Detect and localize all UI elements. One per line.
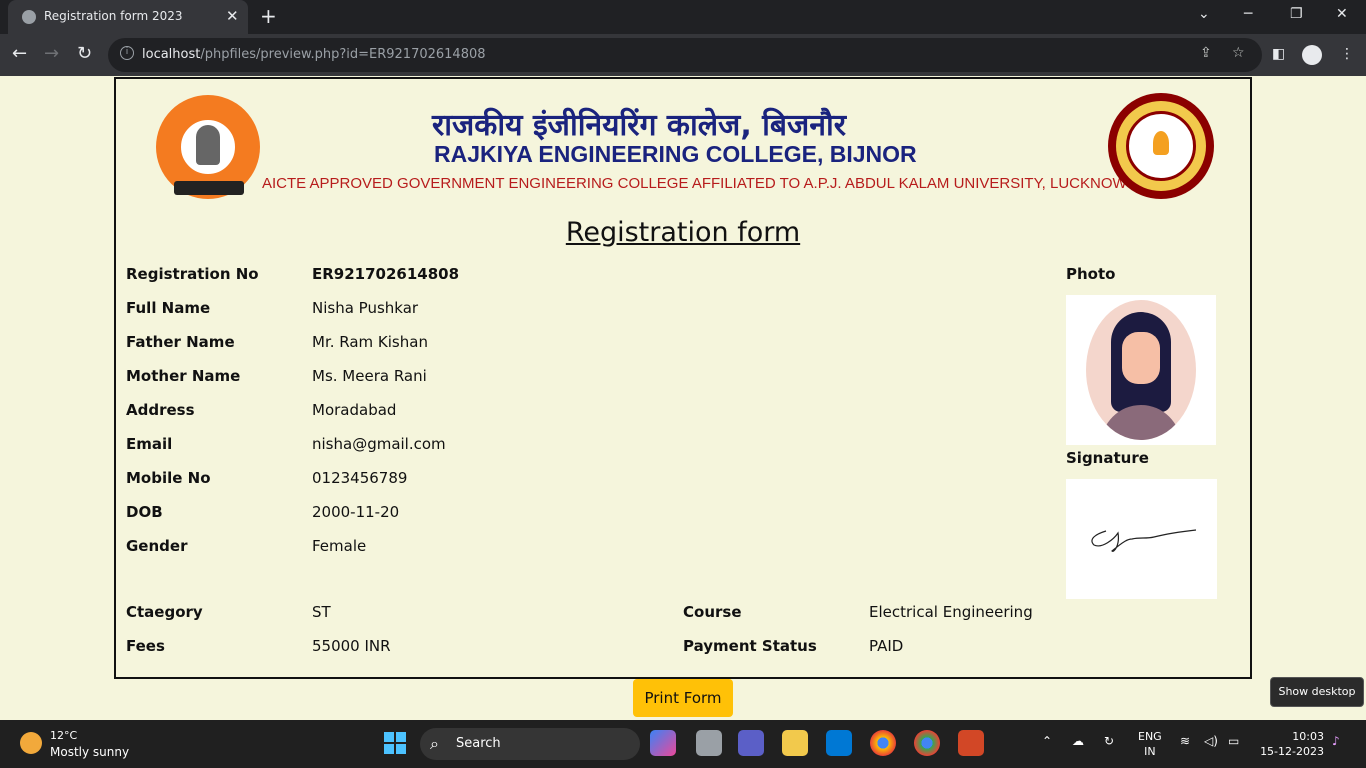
site-info-icon[interactable]: i [120,46,134,60]
payment-status-value: PAID [869,637,904,655]
copilot-icon[interactable] [650,730,676,756]
student-photo [1066,295,1216,445]
chrome-icon[interactable] [870,730,896,756]
taskbar: 12°C Mostly sunny ⌕ Search ⌃ ☁ ↻ ENG IN ≋… [0,720,1366,768]
tab-strip: Registration form 2023 ✕ + ⌄ ─ ❐ ✕ [0,0,1366,34]
show-desktop-tooltip: Show desktop [1270,677,1364,707]
new-tab-icon[interactable]: + [260,4,277,28]
field-label: Email [126,435,173,453]
url-text: localhost/phpfiles/preview.php?id=ER9217… [142,47,486,62]
field-label: Father Name [126,333,235,351]
full-name-value: Nisha Pushkar [312,299,419,317]
college-name-hindi: राजकीय इंजीनियरिंग कालेज, बिजनौर [432,108,847,143]
start-windows-icon[interactable] [384,732,406,754]
signature-label: Signature [1066,449,1149,467]
university-logo-right [1108,93,1214,199]
college-name-english: RAJKIYA ENGINEERING COLLEGE, BIJNOR [434,141,917,167]
field-label: Gender [126,537,188,555]
print-form-button[interactable]: Print Form [633,679,733,717]
gender-value: Female [312,537,367,555]
dob-value: 2000-11-20 [312,503,400,521]
field-label: Full Name [126,299,211,317]
field-label: Registration No [126,265,259,283]
tab-title: Registration form 2023 [44,9,183,23]
sync-icon[interactable]: ↻ [1104,734,1114,748]
fees-label: Fees [126,637,165,655]
weather-condition[interactable]: Mostly sunny [50,745,129,759]
forward-icon[interactable]: → [44,43,59,64]
category-label: Ctaegory [126,603,203,621]
address-value: Moradabad [312,401,397,419]
category-value: ST [312,603,331,621]
tab-search-icon[interactable]: ⌄ [1198,6,1210,22]
payment-status-label: Payment Status [683,637,817,655]
minimize-icon[interactable]: ─ [1244,6,1252,22]
taskbar-search[interactable]: ⌕ Search [420,728,640,760]
search-icon: ⌕ [430,734,439,753]
restore-icon[interactable]: ❐ [1290,6,1303,22]
teams-chat-icon[interactable] [738,730,764,756]
fees-value: 55000 INR [312,637,391,655]
powerpoint-icon[interactable] [958,730,984,756]
field-label: DOB [126,503,163,521]
course-label: Course [683,603,742,621]
father-name-value: Mr. Ram Kishan [312,333,428,351]
registration-form-card: राजकीय इंजीनियरिंग कालेज, बिजनौर RAJKIYA… [114,77,1252,679]
clock[interactable]: 10:03 15-12-2023 [1258,729,1324,759]
menu-dots-icon[interactable]: ⋮ [1340,46,1354,62]
photo-label: Photo [1066,265,1116,283]
battery-icon[interactable]: ▭ [1228,734,1239,748]
course-value: Electrical Engineering [869,603,1033,621]
weather-sunny-icon[interactable] [20,732,42,754]
reload-icon[interactable]: ↻ [77,43,92,64]
search-placeholder: Search [456,736,501,751]
chevron-up-icon[interactable]: ⌃ [1042,734,1052,748]
globe-icon [22,10,36,24]
form-title: Registration form [565,217,801,248]
notification-bell-icon[interactable]: ♪ [1332,734,1340,748]
student-signature [1066,479,1217,599]
weather-temperature[interactable]: 12°C [50,729,77,742]
volume-icon[interactable]: ◁) [1204,734,1218,748]
profile-avatar-icon[interactable] [1302,45,1322,65]
vscode-icon[interactable] [826,730,852,756]
field-label: Mother Name [126,367,241,385]
field-label: Mobile No [126,469,211,487]
chrome-active-icon[interactable] [914,730,940,756]
field-label: Address [126,401,195,419]
registration-no-value: ER921702614808 [312,265,460,283]
bookmark-star-icon[interactable]: ☆ [1232,45,1245,61]
address-bar[interactable]: i localhost/phpfiles/preview.php?id=ER92… [108,38,1262,72]
college-affiliation: AICTE APPROVED GOVERNMENT ENGINEERING CO… [262,175,1169,192]
close-window-icon[interactable]: ✕ [1336,6,1348,22]
side-panel-icon[interactable]: ◧ [1272,46,1285,62]
file-explorer-icon[interactable] [782,730,808,756]
language-indicator[interactable]: ENG IN [1138,729,1162,759]
wifi-icon[interactable]: ≋ [1180,734,1190,748]
task-view-icon[interactable] [696,730,722,756]
share-icon[interactable]: ⇪ [1200,45,1212,61]
onedrive-icon[interactable]: ☁ [1072,734,1084,748]
college-logo-left [156,95,260,199]
email-value: nisha@gmail.com [312,435,446,453]
mother-name-value: Ms. Meera Rani [312,367,427,385]
browser-tab[interactable]: Registration form 2023 ✕ [8,0,248,34]
mobile-value: 0123456789 [312,469,408,487]
close-tab-icon[interactable]: ✕ [226,7,239,25]
browser-toolbar: ← → ↻ i localhost/phpfiles/preview.php?i… [0,34,1366,76]
signature-image [1091,529,1197,552]
back-icon[interactable]: ← [12,43,27,64]
